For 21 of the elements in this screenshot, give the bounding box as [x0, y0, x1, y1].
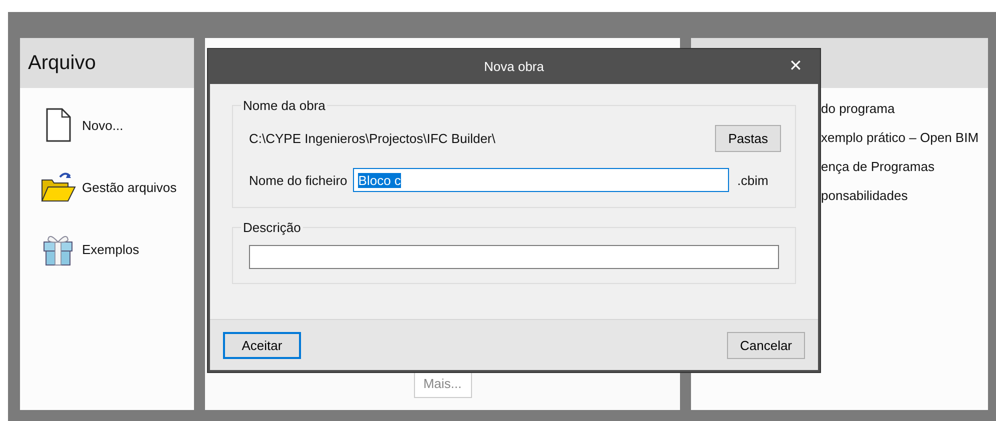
folder-icon [40, 170, 76, 204]
description-field[interactable] [249, 245, 779, 269]
panel-title: Arquivo [27, 52, 96, 74]
cancel-button[interactable]: Cancelar [727, 332, 805, 358]
menu-item[interactable]: Novo... [40, 106, 194, 144]
link-item[interactable]: ença de Programas [821, 159, 988, 174]
link-item[interactable]: do programa [821, 101, 988, 116]
link-item[interactable]: xemplo prático – Open BIM [821, 130, 988, 145]
file-extension: .cbim [737, 172, 768, 188]
accept-button[interactable]: Aceitar [223, 332, 301, 358]
file-name-field[interactable]: Bloco c [353, 168, 730, 192]
link-item[interactable]: ponsabilidades [821, 188, 988, 203]
group-title: Descrição [242, 220, 302, 235]
folders-button[interactable]: Pastas [715, 125, 781, 152]
menu-item[interactable]: Gestão arquivos [40, 168, 194, 206]
close-button[interactable]: ✕ [789, 56, 802, 76]
dialog-title: Nova obra [484, 59, 544, 74]
field-label: Nome do ficheiro [249, 172, 348, 188]
menu-item[interactable]: Exemplos [40, 230, 194, 268]
group-title: Nome da obra [242, 98, 326, 113]
folder-path: C:\CYPE Ingenieros\Projectos\IFC Builder\ [249, 131, 496, 146]
